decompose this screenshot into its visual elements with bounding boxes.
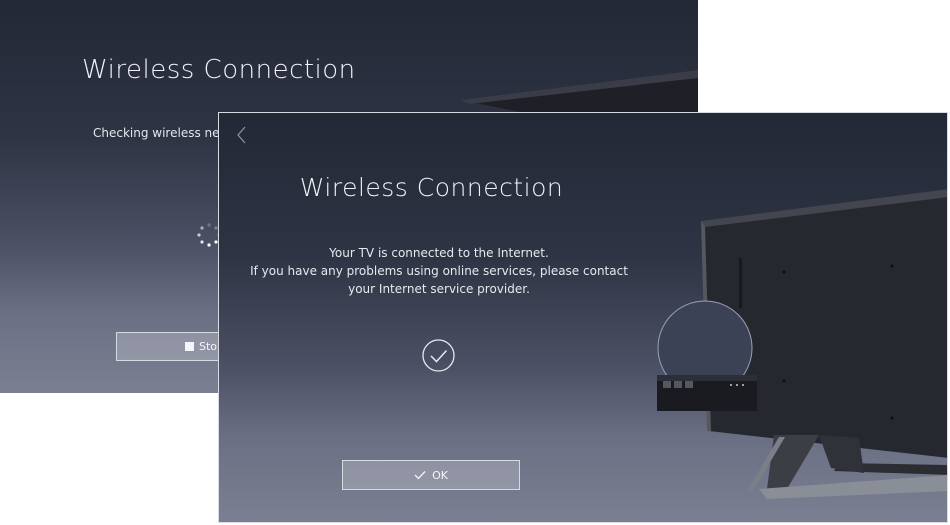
page-title: Wireless Connection bbox=[82, 55, 356, 85]
chevron-left-icon[interactable] bbox=[235, 125, 247, 145]
page-title: Wireless Connection bbox=[299, 173, 564, 202]
connection-message: Your TV is connected to the Internet. If… bbox=[239, 244, 639, 298]
message-line: If you have any problems using online se… bbox=[250, 264, 628, 278]
checking-status-text: Checking wireless netw bbox=[93, 126, 235, 140]
message-line: your Internet service provider. bbox=[348, 282, 530, 296]
front-screen-connected: Wireless Connection Your TV is connected… bbox=[218, 112, 948, 523]
ok-button[interactable]: OK bbox=[342, 460, 520, 490]
check-circle-icon bbox=[422, 339, 455, 372]
message-line: Your TV is connected to the Internet. bbox=[329, 246, 549, 260]
ok-button-label: OK bbox=[432, 468, 448, 482]
checkmark-icon bbox=[414, 471, 426, 480]
stop-square-icon bbox=[185, 342, 194, 351]
